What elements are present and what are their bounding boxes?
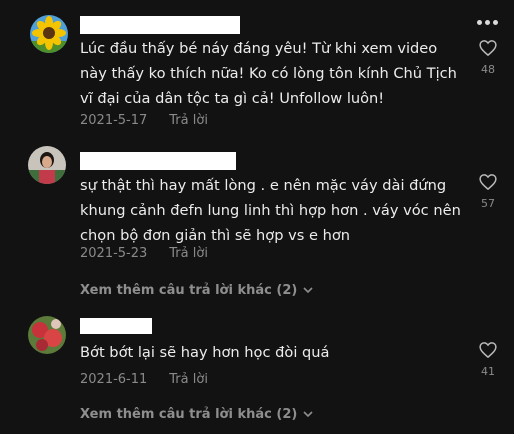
comment-text: Bớt bớt lại sẽ hay hơn học đòi quá (80, 344, 330, 361)
reply-button[interactable]: Trả lời (169, 113, 208, 128)
more-options-icon[interactable] (477, 20, 499, 26)
view-more-replies-button[interactable]: Xem thêm câu trả lời khác (2) (80, 283, 313, 298)
like-button[interactable]: 48 (476, 40, 500, 76)
like-count: 48 (481, 63, 495, 76)
comment-date: 2021-5-17 (80, 113, 148, 128)
like-count: 57 (481, 197, 495, 210)
comment-meta: 2021-5-17 Trả lời (80, 113, 208, 128)
person-avatar[interactable] (28, 146, 66, 184)
comment-text: Lúc đầu thấy bé náy đáng yêu! Từ khi xem… (80, 40, 457, 107)
view-more-replies-button[interactable]: Xem thêm câu trả lời khác (2) (80, 407, 313, 422)
chevron-down-icon[interactable] (303, 411, 313, 418)
like-button[interactable]: 57 (476, 174, 500, 210)
flower-avatar[interactable] (28, 316, 66, 354)
heart-outline-icon[interactable] (479, 342, 497, 358)
view-more-replies-label[interactable]: Xem thêm câu trả lời khác (2) (80, 407, 297, 422)
reply-button[interactable]: Trả lời (169, 246, 208, 261)
username-redacted[interactable] (80, 16, 240, 34)
comment-date: 2021-6-11 (80, 372, 148, 387)
chevron-down-icon[interactable] (303, 287, 313, 294)
heart-outline-icon[interactable] (479, 174, 497, 190)
comment-date: 2021-5-23 (80, 246, 148, 261)
like-button[interactable]: 41 (476, 342, 500, 378)
like-count: 41 (481, 365, 495, 378)
username-redacted[interactable] (80, 152, 236, 170)
heart-outline-icon[interactable] (479, 40, 497, 56)
view-more-replies-label[interactable]: Xem thêm câu trả lời khác (2) (80, 283, 297, 298)
reply-button[interactable]: Trả lời (169, 372, 208, 387)
username-redacted[interactable] (80, 318, 152, 334)
sunflower-avatar[interactable] (30, 15, 68, 53)
comment-meta: 2021-6-11 Trả lời (80, 372, 208, 387)
comment-text: sự thật thì hay mất lòng . e nên mặc váy… (80, 177, 461, 244)
comment-meta: 2021-5-23 Trả lời (80, 246, 208, 261)
